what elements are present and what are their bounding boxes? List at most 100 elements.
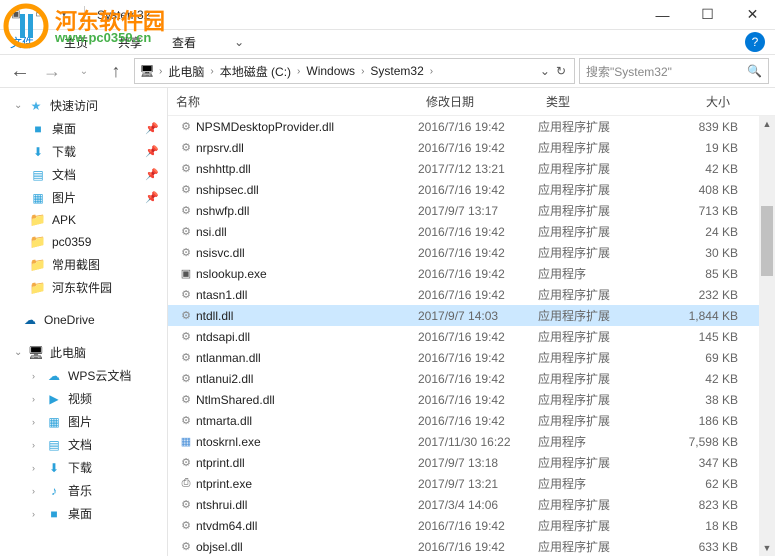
sidebar-item[interactable]: pc0359 bbox=[0, 231, 167, 253]
file-row[interactable]: objsel.dll2016/7/16 19:42应用程序扩展633 KB bbox=[168, 536, 775, 556]
folder-icon bbox=[46, 368, 62, 384]
sidebar: ⌄ 快速访问 桌面📌下载📌文档📌图片📌APKpc0359常用截图河东软件园 On… bbox=[0, 88, 168, 556]
up-button[interactable]: ↑ bbox=[102, 57, 130, 85]
chevron-right-icon[interactable]: › bbox=[208, 66, 215, 77]
breadcrumb-item[interactable]: 此电脑 bbox=[166, 63, 206, 80]
chevron-right-icon[interactable]: › bbox=[359, 66, 366, 77]
breadcrumb-dropdown-icon[interactable]: ⌄ bbox=[540, 64, 550, 78]
sidebar-item[interactable]: APK bbox=[0, 209, 167, 231]
sidebar-item[interactable]: ›文档 bbox=[16, 433, 167, 456]
breadcrumb-item[interactable]: System32 bbox=[368, 64, 425, 78]
file-type: 应用程序扩展 bbox=[538, 223, 658, 240]
refresh-icon[interactable]: ↻ bbox=[556, 64, 566, 78]
qat-properties-icon[interactable]: ▭ bbox=[32, 7, 48, 23]
file-row[interactable]: ntdsapi.dll2016/7/16 19:42应用程序扩展145 KB bbox=[168, 326, 775, 347]
file-row[interactable]: ntlanui2.dll2016/7/16 19:42应用程序扩展42 KB bbox=[168, 368, 775, 389]
search-input[interactable]: 搜索"System32" 🔍 bbox=[579, 58, 769, 84]
breadcrumb-item[interactable]: Windows bbox=[304, 64, 357, 78]
file-row[interactable]: nsisvc.dll2016/7/16 19:42应用程序扩展30 KB bbox=[168, 242, 775, 263]
file-row[interactable]: NtlmShared.dll2016/7/16 19:42应用程序扩展38 KB bbox=[168, 389, 775, 410]
caret-icon: › bbox=[32, 463, 35, 473]
file-type: 应用程序扩展 bbox=[538, 496, 658, 513]
file-type: 应用程序扩展 bbox=[538, 139, 658, 156]
file-row[interactable]: nslookup.exe2016/7/16 19:42应用程序85 KB bbox=[168, 263, 775, 284]
file-row[interactable]: ntmarta.dll2016/7/16 19:42应用程序扩展186 KB bbox=[168, 410, 775, 431]
file-row[interactable]: ntprint.dll2017/9/7 13:18应用程序扩展347 KB bbox=[168, 452, 775, 473]
file-row[interactable]: nshipsec.dll2016/7/16 19:42应用程序扩展408 KB bbox=[168, 179, 775, 200]
file-name: ntlanui2.dll bbox=[196, 372, 418, 386]
chevron-right-icon[interactable]: › bbox=[428, 66, 435, 77]
file-row[interactable]: NPSMDesktopProvider.dll2016/7/16 19:42应用… bbox=[168, 116, 775, 137]
file-size: 823 KB bbox=[658, 498, 738, 512]
chevron-right-icon[interactable]: › bbox=[157, 66, 164, 77]
breadcrumb-item[interactable]: 本地磁盘 (C:) bbox=[218, 63, 293, 80]
file-type: 应用程序 bbox=[538, 475, 658, 492]
file-name: ntprint.dll bbox=[196, 456, 418, 470]
forward-button[interactable]: → bbox=[38, 57, 66, 85]
file-row[interactable]: nrpsrv.dll2016/7/16 19:42应用程序扩展19 KB bbox=[168, 137, 775, 158]
sidebar-item[interactable]: ›视频 bbox=[16, 387, 167, 410]
sidebar-item[interactable]: ›下载 bbox=[16, 456, 167, 479]
file-type: 应用程序扩展 bbox=[538, 244, 658, 261]
chevron-right-icon[interactable]: › bbox=[295, 66, 302, 77]
file-size: 24 KB bbox=[658, 225, 738, 239]
sidebar-this-pc[interactable]: ⌄ 此电脑 bbox=[0, 341, 167, 364]
folder-icon bbox=[46, 414, 62, 430]
qat-newfolder-icon[interactable]: ▾ bbox=[56, 7, 72, 23]
file-date: 2016/7/16 19:42 bbox=[418, 288, 538, 302]
col-size[interactable]: 大小 bbox=[658, 93, 738, 110]
file-size: 38 KB bbox=[658, 393, 738, 407]
file-row[interactable]: ntvdm64.dll2016/7/16 19:42应用程序扩展18 KB bbox=[168, 515, 775, 536]
file-row[interactable]: nshwfp.dll2017/9/7 13:17应用程序扩展713 KB bbox=[168, 200, 775, 221]
minimize-button[interactable]: — bbox=[640, 0, 685, 30]
file-icon bbox=[176, 393, 196, 406]
close-button[interactable]: ✕ bbox=[730, 0, 775, 30]
scroll-up-icon[interactable]: ▲ bbox=[759, 116, 775, 132]
col-name[interactable]: 名称 bbox=[168, 93, 418, 110]
sidebar-item[interactable]: ›WPS云文档 bbox=[16, 364, 167, 387]
file-row[interactable]: ntprint.exe2017/9/7 13:21应用程序62 KB bbox=[168, 473, 775, 494]
sidebar-onedrive[interactable]: OneDrive bbox=[0, 309, 167, 331]
col-date[interactable]: 修改日期 bbox=[418, 93, 538, 110]
sidebar-item[interactable]: 常用截图 bbox=[0, 253, 167, 276]
file-type: 应用程序扩展 bbox=[538, 202, 658, 219]
tab-file[interactable]: 文件 bbox=[10, 34, 34, 51]
help-icon[interactable]: ? bbox=[745, 32, 765, 52]
scroll-down-icon[interactable]: ▼ bbox=[759, 540, 775, 556]
breadcrumb[interactable]: 🖥 › 此电脑 › 本地磁盘 (C:) › Windows › System32… bbox=[134, 58, 575, 84]
recent-locations-icon[interactable]: ⌄ bbox=[70, 57, 98, 85]
tab-share[interactable]: 共享 bbox=[118, 34, 142, 51]
col-type[interactable]: 类型 bbox=[538, 93, 658, 110]
file-name: ntvdm64.dll bbox=[196, 519, 418, 533]
file-date: 2017/9/7 13:21 bbox=[418, 477, 538, 491]
file-row[interactable]: nshhttp.dll2017/7/12 13:21应用程序扩展42 KB bbox=[168, 158, 775, 179]
maximize-button[interactable]: ☐ bbox=[685, 0, 730, 30]
back-button[interactable]: ← bbox=[6, 57, 34, 85]
sidebar-item[interactable]: 桌面📌 bbox=[0, 117, 167, 140]
scrollbar[interactable]: ▲ ▼ bbox=[759, 116, 775, 556]
scroll-thumb[interactable] bbox=[761, 206, 773, 276]
file-row[interactable]: ntshrui.dll2017/3/4 14:06应用程序扩展823 KB bbox=[168, 494, 775, 515]
sidebar-quick-access[interactable]: ⌄ 快速访问 bbox=[0, 94, 167, 117]
sidebar-item[interactable]: 图片📌 bbox=[0, 186, 167, 209]
sidebar-item[interactable]: ›图片 bbox=[16, 410, 167, 433]
caret-icon: › bbox=[32, 371, 35, 381]
tab-home[interactable]: 主页 bbox=[64, 34, 88, 51]
sidebar-item[interactable]: ›桌面 bbox=[16, 502, 167, 525]
tab-view[interactable]: 查看 bbox=[172, 34, 196, 51]
file-row[interactable]: ntdll.dll2017/9/7 14:03应用程序扩展1,844 KB bbox=[168, 305, 775, 326]
file-row[interactable]: ntoskrnl.exe2017/11/30 16:22应用程序7,598 KB bbox=[168, 431, 775, 452]
file-row[interactable]: nsi.dll2016/7/16 19:42应用程序扩展24 KB bbox=[168, 221, 775, 242]
file-icon bbox=[176, 456, 196, 469]
file-row[interactable]: ntasn1.dll2016/7/16 19:42应用程序扩展232 KB bbox=[168, 284, 775, 305]
sidebar-item[interactable]: 文档📌 bbox=[0, 163, 167, 186]
file-row[interactable]: ntlanman.dll2016/7/16 19:42应用程序扩展69 KB bbox=[168, 347, 775, 368]
ribbon-expand-icon[interactable]: ⌄ bbox=[234, 35, 244, 49]
sidebar-item[interactable]: 下载📌 bbox=[0, 140, 167, 163]
file-name: ntasn1.dll bbox=[196, 288, 418, 302]
file-size: 62 KB bbox=[658, 477, 738, 491]
sidebar-item[interactable]: 河东软件园 bbox=[0, 276, 167, 299]
sidebar-item[interactable]: ›音乐 bbox=[16, 479, 167, 502]
file-date: 2016/7/16 19:42 bbox=[418, 141, 538, 155]
file-date: 2017/3/4 14:06 bbox=[418, 498, 538, 512]
